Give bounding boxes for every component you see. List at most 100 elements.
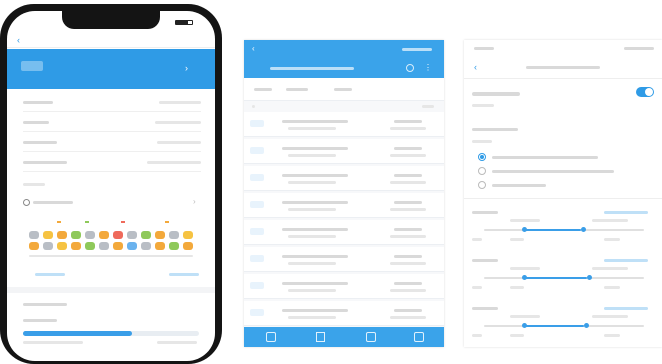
seat[interactable] (169, 242, 179, 250)
back-chevron-icon[interactable]: ‹ (17, 35, 20, 45)
seat-marker (121, 221, 125, 223)
text-placeholder (390, 289, 426, 292)
text-placeholder (592, 219, 628, 222)
search-icon[interactable] (406, 64, 414, 72)
slider-thumb-min[interactable] (522, 275, 527, 280)
list-item[interactable] (244, 112, 444, 137)
detail-value-placeholder (147, 161, 201, 164)
text-placeholder (288, 235, 336, 238)
tab-0[interactable] (254, 88, 272, 91)
radio-option-2[interactable] (478, 181, 486, 189)
text-placeholder (288, 316, 336, 319)
seat[interactable] (85, 231, 95, 239)
text-placeholder (394, 255, 422, 258)
text-placeholder (390, 316, 426, 319)
list-item[interactable] (244, 247, 444, 272)
text-placeholder (604, 259, 648, 262)
text-placeholder (390, 262, 426, 265)
home-icon[interactable] (266, 332, 276, 342)
radio-icon[interactable] (23, 199, 30, 206)
radio-option-0[interactable] (478, 153, 486, 161)
phone-3-settings-screen: ‹ (464, 40, 662, 347)
list-item[interactable] (244, 166, 444, 191)
seat[interactable] (113, 242, 123, 250)
seat[interactable] (99, 242, 109, 250)
status-placeholder (402, 48, 432, 51)
tab-1[interactable] (286, 88, 308, 91)
seat[interactable] (141, 231, 151, 239)
text-placeholder (472, 238, 482, 241)
phone-2-list-screen: ‹ ⋮ (244, 40, 444, 347)
slider-fill (524, 229, 581, 231)
text-placeholder (288, 181, 336, 184)
text-placeholder (282, 201, 348, 204)
seat[interactable] (71, 231, 81, 239)
progress-caption (157, 341, 197, 344)
bottom-tab-bar (244, 327, 444, 347)
text-placeholder (472, 286, 482, 289)
seat[interactable] (57, 242, 67, 250)
slider-thumb-max[interactable] (581, 227, 586, 232)
seat[interactable] (29, 242, 39, 250)
text-placeholder (394, 282, 422, 285)
text-placeholder (394, 120, 422, 123)
toggle-knob (645, 88, 653, 96)
document-icon[interactable] (316, 332, 325, 342)
chart-icon[interactable] (366, 332, 376, 342)
text-placeholder (604, 334, 620, 337)
seat[interactable] (43, 231, 53, 239)
list-item[interactable] (244, 220, 444, 245)
text-placeholder (288, 289, 336, 292)
group-sub-placeholder (472, 140, 492, 143)
seat[interactable] (141, 242, 151, 250)
seat[interactable] (113, 231, 123, 239)
item-badge (250, 120, 264, 127)
toggle-label-placeholder (472, 92, 520, 96)
seat[interactable] (155, 242, 165, 250)
list-item[interactable] (244, 193, 444, 218)
status-right-placeholder (624, 47, 654, 50)
slider-thumb-max[interactable] (584, 323, 589, 328)
text-placeholder (394, 309, 422, 312)
seat[interactable] (127, 231, 137, 239)
text-placeholder (282, 282, 348, 285)
nav-bar: ‹ (464, 56, 662, 79)
seat[interactable] (183, 231, 193, 239)
list-item[interactable] (244, 139, 444, 164)
seat[interactable] (85, 242, 95, 250)
back-chevron-icon[interactable]: ‹ (474, 62, 477, 72)
seat[interactable] (71, 242, 81, 250)
chevron-right-icon[interactable]: › (185, 63, 188, 73)
settings-icon[interactable] (414, 332, 424, 342)
text-placeholder (288, 262, 336, 265)
slider-thumb-min[interactable] (522, 227, 527, 232)
text-placeholder (510, 286, 524, 289)
header: ‹ ⋮ (244, 40, 444, 78)
text-placeholder (472, 259, 498, 262)
slider-thumb-min[interactable] (522, 323, 527, 328)
item-badge (250, 201, 264, 208)
list-header-mark (422, 105, 434, 108)
list-item[interactable] (244, 274, 444, 299)
seat[interactable] (169, 231, 179, 239)
list-item[interactable] (244, 301, 444, 326)
seat[interactable] (155, 231, 165, 239)
seat[interactable] (183, 242, 193, 250)
slider-thumb-max[interactable] (587, 275, 592, 280)
header-card: › (7, 49, 215, 89)
more-icon[interactable]: ⋮ (424, 64, 432, 72)
back-arrow-icon[interactable]: ‹ (252, 44, 255, 53)
seat[interactable] (29, 231, 39, 239)
detail-label-placeholder (23, 141, 57, 144)
phone-screen: ‹ › › (7, 11, 215, 361)
radio-option-1[interactable] (478, 167, 486, 175)
seat[interactable] (127, 242, 137, 250)
bottom-label-placeholder (23, 303, 67, 306)
item-badge (250, 174, 264, 181)
seat[interactable] (43, 242, 53, 250)
toggle-switch[interactable] (636, 87, 654, 97)
seat[interactable] (57, 231, 67, 239)
seat[interactable] (99, 231, 109, 239)
chevron-right-icon[interactable]: › (193, 197, 196, 206)
tab-2[interactable] (334, 88, 352, 91)
